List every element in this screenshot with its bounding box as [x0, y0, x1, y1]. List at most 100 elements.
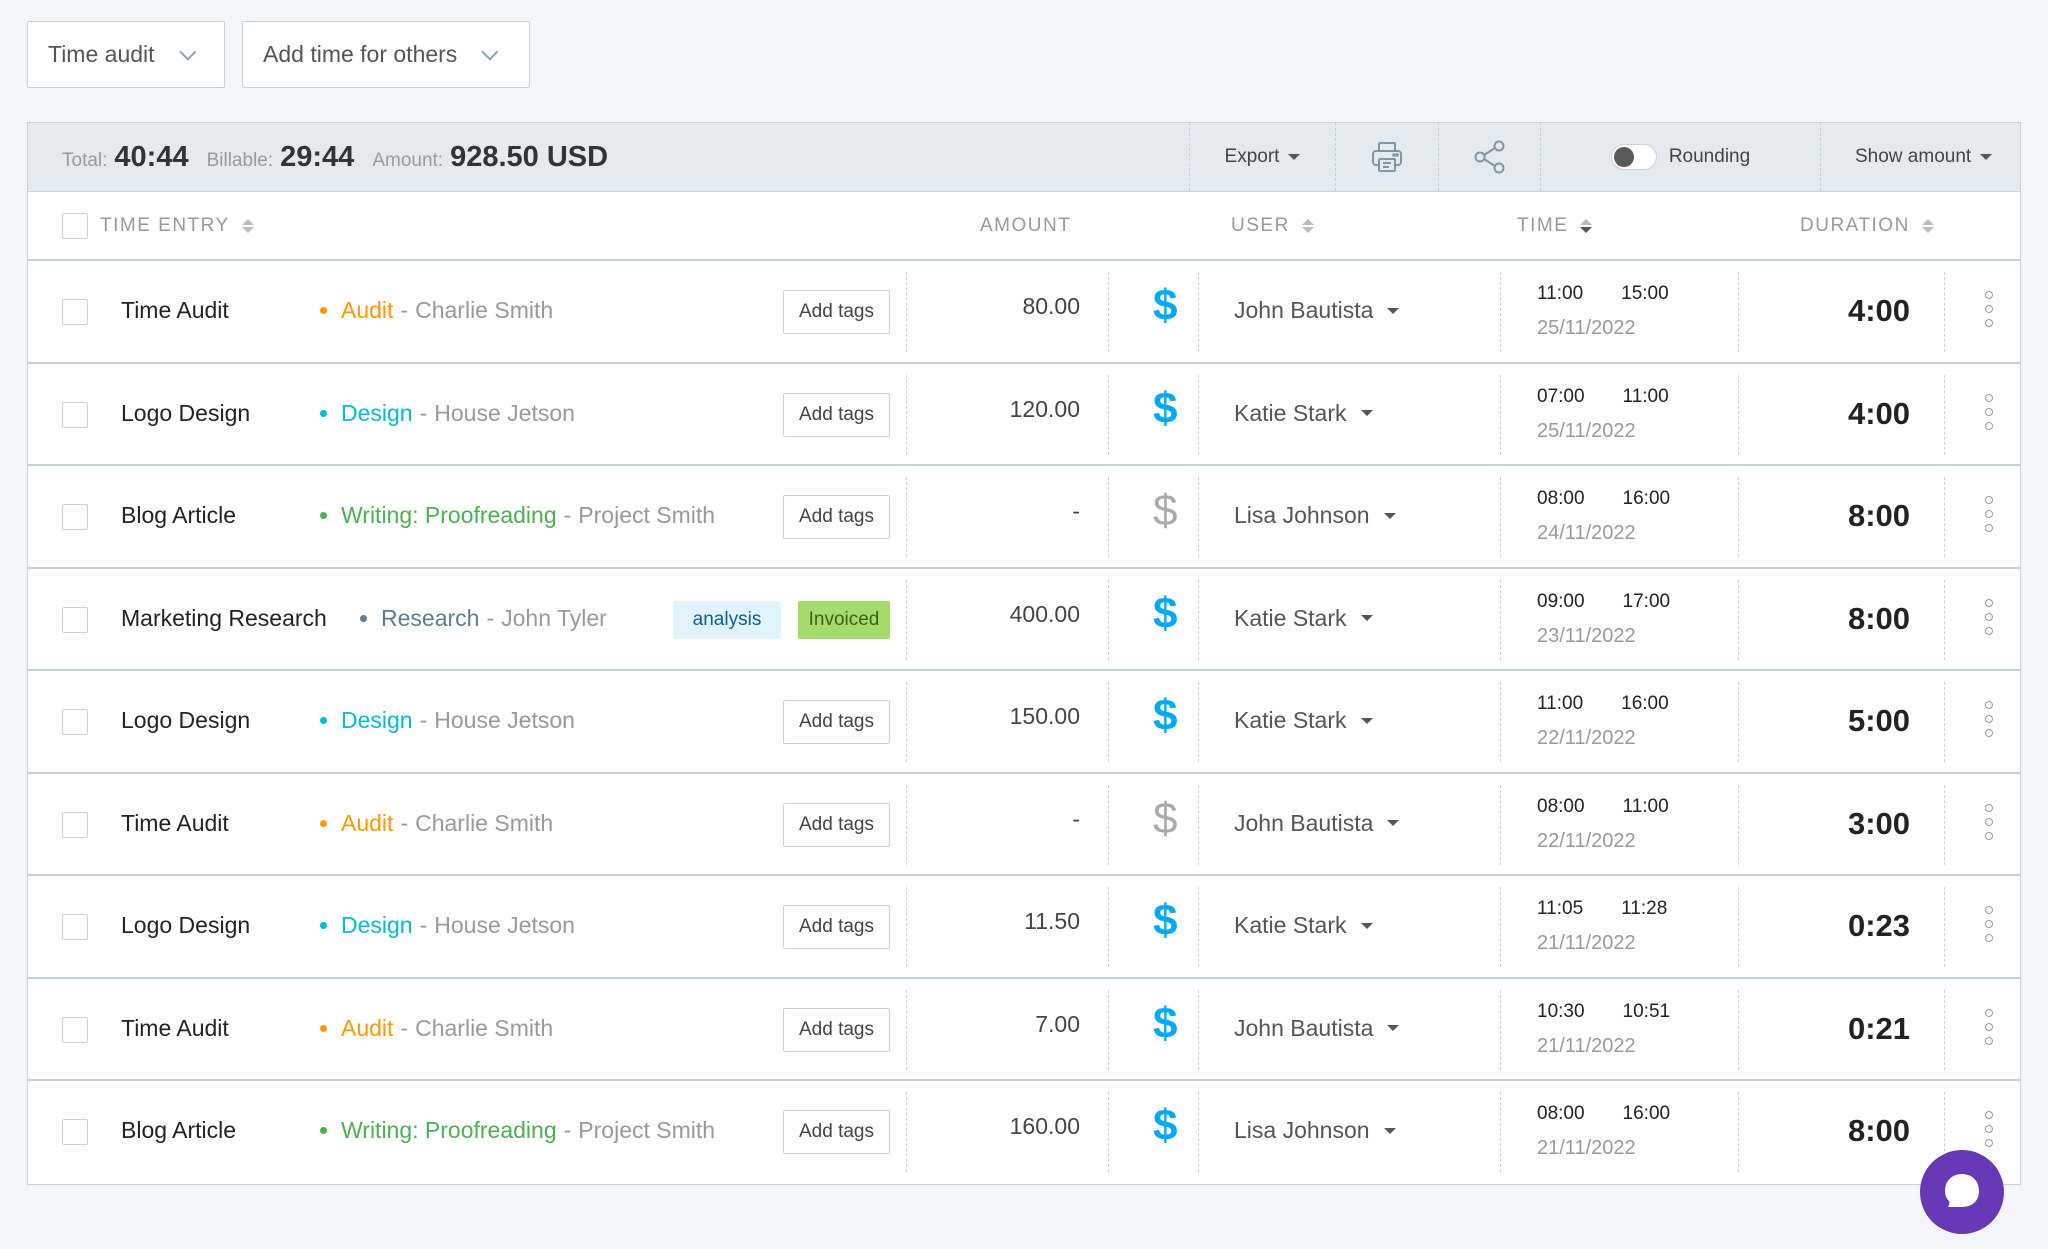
- table-row[interactable]: Time Audit Audit - Charlie Smith Add tags 7.0…: [28, 979, 2020, 1081]
- column-time[interactable]: TIME: [1517, 215, 1593, 237]
- entry-date[interactable]: 22/11/2022: [1537, 830, 1669, 853]
- duration-value[interactable]: 0:21: [1848, 1011, 1910, 1047]
- more-options-icon[interactable]: [1985, 393, 1993, 430]
- table-row[interactable]: Logo Design Design - House Jetson Add tags 12…: [28, 364, 2020, 466]
- more-options-icon[interactable]: [1985, 906, 1993, 942]
- entry-date[interactable]: 21/11/2022: [1537, 1137, 1670, 1160]
- project-client[interactable]: Audit - Charlie Smith: [320, 810, 553, 837]
- rounding-switch[interactable]: [1610, 144, 1657, 170]
- table-row[interactable]: Blog Article Writing: Proofreading - Projec…: [28, 1081, 2020, 1184]
- row-checkbox[interactable]: [62, 709, 88, 735]
- duration-value[interactable]: 4:00: [1848, 293, 1910, 329]
- end-time[interactable]: 15:00: [1621, 283, 1669, 304]
- start-time[interactable]: 11:00: [1537, 693, 1583, 714]
- end-time[interactable]: 11:28: [1621, 898, 1667, 919]
- entry-description[interactable]: Logo Design: [121, 400, 250, 427]
- end-time[interactable]: 11:00: [1623, 796, 1669, 817]
- row-checkbox[interactable]: [62, 299, 88, 325]
- start-time[interactable]: 07:00: [1537, 386, 1585, 407]
- start-time[interactable]: 08:00: [1537, 488, 1585, 509]
- billable-dollar-icon[interactable]: $: [1153, 281, 1177, 331]
- start-time[interactable]: 08:00: [1537, 796, 1585, 817]
- entry-description[interactable]: Marketing Research: [121, 605, 327, 632]
- more-options-icon[interactable]: [1985, 598, 1993, 635]
- user-dropdown[interactable]: Lisa Johnson: [1234, 502, 1396, 529]
- add-tags-button[interactable]: Add tags: [783, 290, 890, 334]
- add-tags-button[interactable]: Add tags: [783, 495, 890, 539]
- user-dropdown[interactable]: Katie Stark: [1234, 605, 1373, 632]
- tag-analysis[interactable]: analysis: [673, 600, 781, 639]
- share-button[interactable]: [1438, 123, 1540, 191]
- table-row[interactable]: Time Audit Audit - Charlie Smith Add tags - $ J…: [28, 774, 2020, 876]
- entry-description[interactable]: Time Audit: [121, 1015, 229, 1042]
- row-checkbox[interactable]: [62, 606, 88, 633]
- template-dropdown[interactable]: Time audit: [27, 21, 225, 88]
- print-button[interactable]: [1335, 123, 1438, 191]
- user-dropdown[interactable]: John Bautista: [1234, 297, 1400, 324]
- column-time-entry[interactable]: TIME ENTRY: [62, 212, 254, 239]
- end-time[interactable]: 11:00: [1623, 386, 1669, 407]
- duration-value[interactable]: 0:23: [1848, 908, 1910, 944]
- start-time[interactable]: 11:05: [1537, 898, 1583, 919]
- table-row[interactable]: Logo Design Design - House Jetson Add tags 11…: [28, 876, 2020, 979]
- rounding-toggle[interactable]: Rounding: [1540, 123, 1820, 191]
- table-row[interactable]: Logo Design Design - House Jetson Add tags 15…: [28, 671, 2020, 774]
- more-options-icon[interactable]: [1985, 701, 1993, 737]
- time-range[interactable]: 11:05 11:28 21/11/2022: [1537, 898, 1667, 955]
- more-options-icon[interactable]: [1985, 1008, 1993, 1045]
- billable-dollar-icon[interactable]: $: [1153, 999, 1177, 1049]
- duration-value[interactable]: 8:00: [1848, 1113, 1910, 1149]
- row-checkbox[interactable]: [62, 914, 88, 940]
- column-duration[interactable]: DURATION: [1800, 215, 1934, 237]
- entry-description[interactable]: Time Audit: [121, 297, 229, 324]
- add-tags-button[interactable]: Add tags: [783, 700, 890, 744]
- time-range[interactable]: 08:00 11:00 22/11/2022: [1537, 796, 1669, 853]
- billable-dollar-icon[interactable]: $: [1153, 486, 1177, 536]
- billable-dollar-icon[interactable]: $: [1153, 1101, 1177, 1151]
- entry-description[interactable]: Blog Article: [121, 1117, 236, 1144]
- select-all-checkbox[interactable]: [62, 212, 88, 239]
- project-client[interactable]: Audit - Charlie Smith: [320, 297, 553, 324]
- row-checkbox[interactable]: [62, 1119, 88, 1145]
- end-time[interactable]: 10:51: [1623, 1001, 1671, 1022]
- duration-value[interactable]: 3:00: [1848, 806, 1910, 842]
- row-checkbox[interactable]: [62, 504, 88, 530]
- add-tags-button[interactable]: Add tags: [783, 905, 890, 949]
- entry-description[interactable]: Logo Design: [121, 912, 250, 939]
- column-user[interactable]: USER: [1231, 215, 1314, 237]
- start-time[interactable]: 08:00: [1537, 1103, 1585, 1124]
- time-range[interactable]: 11:00 16:00 22/11/2022: [1537, 693, 1669, 750]
- duration-value[interactable]: 8:00: [1848, 601, 1910, 637]
- duration-value[interactable]: 4:00: [1848, 396, 1910, 432]
- entry-description[interactable]: Time Audit: [121, 810, 229, 837]
- entry-date[interactable]: 25/11/2022: [1537, 420, 1669, 443]
- more-options-icon[interactable]: [1985, 1111, 1993, 1147]
- time-range[interactable]: 08:00 16:00 24/11/2022: [1537, 488, 1670, 545]
- user-dropdown[interactable]: Lisa Johnson: [1234, 1117, 1396, 1144]
- billable-dollar-icon[interactable]: $: [1153, 691, 1177, 741]
- start-time[interactable]: 10:30: [1537, 1001, 1585, 1022]
- entry-date[interactable]: 23/11/2022: [1537, 625, 1670, 648]
- more-options-icon[interactable]: [1985, 291, 1993, 327]
- table-row[interactable]: Marketing Research Research - John Tyler ana…: [28, 569, 2020, 671]
- show-amount-dropdown[interactable]: Show amount: [1820, 123, 2020, 191]
- user-dropdown[interactable]: John Bautista: [1234, 1015, 1400, 1042]
- project-client[interactable]: Design - House Jetson: [320, 400, 575, 427]
- project-client[interactable]: Audit - Charlie Smith: [320, 1015, 553, 1042]
- end-time[interactable]: 16:00: [1623, 1103, 1671, 1124]
- time-range[interactable]: 10:30 10:51 21/11/2022: [1537, 1001, 1670, 1058]
- time-range[interactable]: 11:00 15:00 25/11/2022: [1537, 283, 1669, 340]
- more-options-icon[interactable]: [1985, 803, 1993, 840]
- start-time[interactable]: 11:00: [1537, 283, 1583, 304]
- row-checkbox[interactable]: [62, 1016, 88, 1043]
- billable-dollar-icon[interactable]: $: [1153, 589, 1177, 639]
- more-options-icon[interactable]: [1985, 496, 1993, 532]
- time-range[interactable]: 08:00 16:00 21/11/2022: [1537, 1103, 1670, 1160]
- start-time[interactable]: 09:00: [1537, 591, 1585, 612]
- table-row[interactable]: Blog Article Writing: Proofreading - Projec…: [28, 466, 2020, 569]
- add-tags-button[interactable]: Add tags: [783, 1007, 890, 1052]
- chat-button[interactable]: [1920, 1150, 2004, 1234]
- end-time[interactable]: 16:00: [1621, 693, 1669, 714]
- project-client[interactable]: Research - John Tyler: [360, 605, 607, 632]
- entry-date[interactable]: 24/11/2022: [1537, 522, 1670, 545]
